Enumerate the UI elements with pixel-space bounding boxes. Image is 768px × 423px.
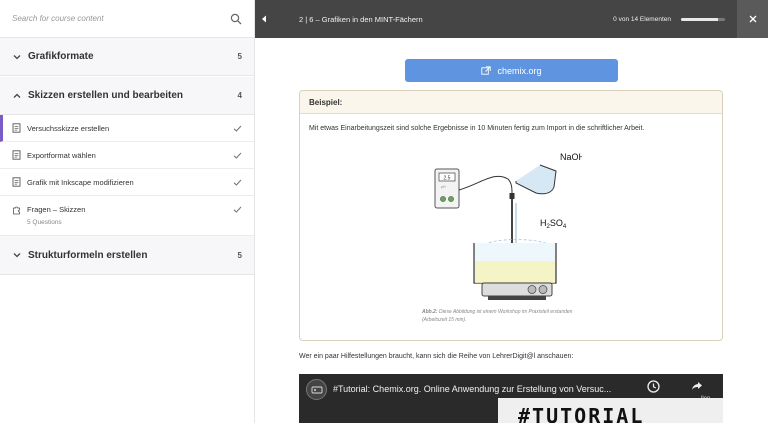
section-title: Strukturformeln erstellen [28,249,148,261]
chevron-down-icon [13,54,21,59]
example-box: Beispiel: Mit etwas Einarbeitungszeit si… [299,90,723,341]
progress-fill [681,17,719,21]
lesson-inkscape[interactable]: Grafik mit Inkscape modifizieren [0,169,254,196]
lesson-title: 2 | 6 – Grafiken in den MINT-Fächern [299,14,423,24]
section-skizzen[interactable]: Skizzen erstellen und bearbeiten 4 [0,77,254,115]
lesson-label: Exportformat wählen [27,150,96,160]
video-embed[interactable]: #Tutorial: Chemix.org. Online Anwendung … [299,374,723,423]
search-icon[interactable] [230,13,242,25]
meter-unit: pH [441,185,446,189]
example-heading: Beispiel: [300,91,722,114]
lesson-quiz-skizzen[interactable]: Fragen – Skizzen 5 Questions [0,196,254,236]
channel-logo[interactable] [306,379,327,400]
check-icon [233,179,242,186]
document-icon [12,150,21,160]
example-text: Mit etwas Einarbeitungszeit sind solche … [309,125,645,132]
progress-bar [681,17,725,21]
chemix-link-button[interactable]: chemix.org [405,59,618,82]
section-count: 4 [237,91,242,100]
previous-button[interactable] [255,0,273,38]
lesson-versuchsskizze[interactable]: Versuchsskizze erstellen [0,115,254,142]
lesson-label: Grafik mit Inkscape modifizieren [27,177,134,187]
lesson-exportformat[interactable]: Exportformat wählen [0,142,254,169]
document-icon [12,123,21,133]
h2so4-label: H2SO4 [540,218,567,230]
caret-left-icon [262,15,266,23]
search-input[interactable] [12,14,230,23]
logo-icon [311,386,322,393]
share-icon[interactable] [691,381,703,391]
caption-label: Abb.2: [422,309,438,315]
thumbnail-banner: #TUTORIAL [498,398,723,423]
banner-text: #TUTORIAL [518,404,645,423]
link-label: chemix.org [497,65,542,76]
titration-illustration: 2.5 pH NaOH H2SO4 [434,152,582,300]
meter-value: 2.5 [444,175,451,181]
chevron-up-icon [13,93,21,98]
video-title[interactable]: #Tutorial: Chemix.org. Online Anwendung … [333,384,611,394]
lesson-sublabel: 5 Questions [27,219,62,226]
caption-text: Diese Abbildung ist einem Workshop im Pr… [422,309,573,323]
lesson-topbar: 2 | 6 – Grafiken in den MINT-Fächern 0 v… [255,0,768,38]
section-count: 5 [237,250,242,260]
external-link-icon [481,66,492,75]
check-icon [233,206,242,213]
check-icon [233,125,242,132]
section-title: Grafikformate [28,51,94,62]
section-title: Skizzen erstellen und bearbeiten [28,90,184,101]
chevron-down-icon [13,253,21,258]
figure-caption: Abb.2: Diese Abbildung ist einem Worksho… [422,309,582,324]
check-icon [233,152,242,159]
puzzle-icon [13,206,20,215]
helper-text: Wer ein paar Hilfestellungen braucht, ka… [299,353,574,360]
section-grafikformate[interactable]: Grafikformate 5 [0,38,254,76]
progress-text: 0 von 14 Elementen [613,15,671,23]
course-sidebar: Grafikformate 5 Skizzen erstellen und be… [0,0,255,423]
lesson-label-wrap: Fragen – Skizzen 5 Questions [27,205,233,226]
section-strukturformeln[interactable]: Strukturformeln erstellen 5 [0,236,254,275]
watch-later-icon[interactable] [647,380,660,393]
close-button[interactable] [737,0,768,38]
document-icon [12,177,21,187]
section-count: 5 [237,52,242,61]
naoh-label: NaOH [560,152,582,162]
close-icon [749,15,756,23]
lesson-label: Versuchsskizze erstellen [27,123,110,133]
lesson-content: chemix.org Beispiel: Mit etwas Einarbeit… [255,38,768,423]
lesson-label: Fragen – Skizzen [27,205,86,214]
search-bar [0,0,254,38]
